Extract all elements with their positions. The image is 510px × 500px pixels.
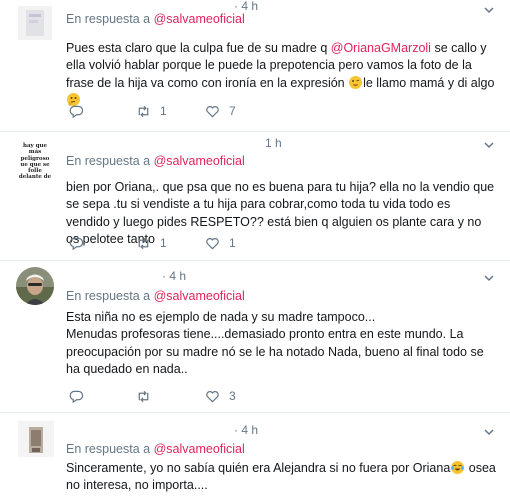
avatar-text: hay que más peligroso ue que se folle de… (18, 143, 52, 178)
tweet-timestamp[interactable]: 1 h (265, 136, 282, 150)
tweet-actions: 3 (66, 388, 266, 404)
retweet-count: 1 (160, 236, 167, 250)
tweet-text-part: le llamo mamá y di algo (363, 75, 495, 90)
like-count: 7 (229, 104, 236, 118)
reply-action[interactable] (69, 103, 93, 119)
tweet-text: Sinceramente, yo no sabía quién era Alej… (66, 460, 496, 495)
tweet-actions: 1 7 (66, 103, 266, 119)
reply-action[interactable] (69, 235, 93, 251)
tweet-timestamp[interactable]: · 4 h (162, 269, 186, 283)
chevron-down-icon[interactable] (482, 271, 496, 285)
retweet-action[interactable] (136, 388, 160, 404)
chevron-down-icon[interactable] (482, 425, 496, 439)
tweet-3[interactable]: · 4 h En respuesta a @salvameoficial Est… (0, 261, 510, 411)
like-count: 1 (229, 236, 236, 250)
like-count: 3 (229, 389, 236, 403)
retweet-icon[interactable] (136, 389, 151, 404)
reply-handle-link[interactable]: @salvameoficial (154, 12, 245, 26)
heart-icon[interactable] (205, 236, 220, 251)
tweet-text: Pues esta claro que la culpa fue de su m… (66, 40, 496, 110)
reply-context: En respuesta a @salvameoficial (66, 442, 245, 456)
reply-context: En respuesta a @salvameoficial (66, 289, 245, 303)
avatar[interactable] (16, 267, 54, 305)
tweet-timestamp[interactable]: · 4 h (234, 423, 258, 437)
reply-action[interactable] (69, 388, 93, 404)
chevron-down-icon[interactable] (482, 138, 496, 152)
retweet-action[interactable]: 1 (136, 235, 167, 251)
retweet-icon[interactable] (136, 104, 151, 119)
tweet-4[interactable]: · 4 h En respuesta a @salvameoficial Sin… (0, 413, 510, 500)
reply-icon[interactable] (69, 236, 84, 251)
retweet-count: 1 (160, 104, 167, 118)
reply-icon[interactable] (69, 389, 84, 404)
reply-prefix: En respuesta a (66, 289, 151, 303)
avatar[interactable]: hay que más peligroso ue que se folle de… (16, 140, 54, 178)
reply-prefix: En respuesta a (66, 12, 151, 26)
avatar[interactable] (18, 421, 54, 457)
reply-context: En respuesta a @salvameoficial (66, 12, 245, 26)
like-action[interactable]: 7 (205, 103, 236, 119)
retweet-action[interactable]: 1 (136, 103, 167, 119)
reply-icon[interactable] (69, 104, 84, 119)
chevron-down-icon[interactable] (482, 3, 496, 17)
tweet-text-part: Sinceramente, yo no sabía quién era Alej… (66, 461, 451, 475)
mention-link[interactable]: @OrianaGMarzoli (331, 41, 431, 55)
like-action[interactable]: 3 (205, 388, 236, 404)
heart-icon[interactable] (205, 389, 220, 404)
tweet-text: Esta niña no es ejemplo de nada y su mad… (66, 310, 484, 377)
reply-handle-link[interactable]: @salvameoficial (154, 154, 245, 168)
face-with-tears-of-joy-emoji (451, 461, 465, 474)
tweet-text-part: Pues esta claro que la culpa fue de su m… (66, 41, 331, 55)
avatar[interactable] (18, 6, 52, 40)
like-action[interactable]: 1 (205, 235, 236, 251)
retweet-icon[interactable] (136, 236, 151, 251)
reply-context: En respuesta a @salvameoficial (66, 154, 245, 168)
reply-prefix: En respuesta a (66, 442, 151, 456)
tweet-actions: 1 1 (66, 235, 266, 251)
tweet-2[interactable]: hay que más peligroso ue que se folle de… (0, 132, 510, 258)
heart-icon[interactable] (205, 104, 220, 119)
reply-prefix: En respuesta a (66, 154, 151, 168)
winking-face-tongue-emoji (349, 75, 363, 89)
reply-handle-link[interactable]: @salvameoficial (154, 289, 245, 303)
reply-handle-link[interactable]: @salvameoficial (154, 442, 245, 456)
tweet-1[interactable]: · 4 h En respuesta a @salvameoficial Pue… (0, 0, 510, 130)
